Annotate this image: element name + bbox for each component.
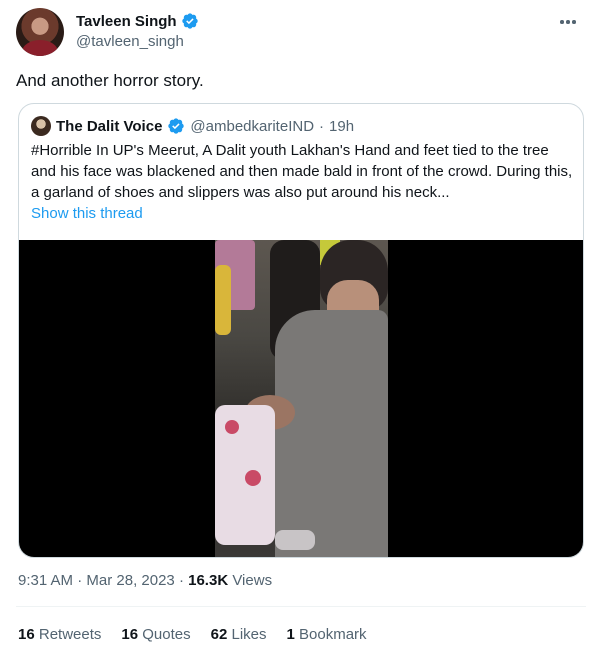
quoted-avatar xyxy=(31,116,51,136)
meta-separator: · xyxy=(178,572,184,589)
bookmarks-count: 1 xyxy=(286,626,295,643)
engagement-stats: 16 Retweets 16 Quotes 62 Likes 1 Bookmar… xyxy=(18,626,367,643)
likes-stat[interactable]: 62 Likes xyxy=(211,626,267,643)
tweet-date[interactable]: Mar 28, 2023 xyxy=(86,572,174,589)
quotes-label: Quotes xyxy=(142,626,191,643)
quoted-time: 19h xyxy=(329,117,355,135)
video-frame xyxy=(215,240,388,557)
quoted-text: #Horrible In UP's Meerut, A Dalit youth … xyxy=(31,142,573,201)
quoted-display-name: The Dalit Voice xyxy=(56,117,163,135)
quoted-handle: @ambedkariteIND xyxy=(190,117,315,135)
video-media[interactable] xyxy=(19,240,583,557)
verified-badge-icon xyxy=(168,118,185,134)
more-options-icon[interactable] xyxy=(554,12,582,32)
show-thread-link[interactable]: Show this thread xyxy=(31,205,143,222)
tweet-text: And another horror story. xyxy=(16,71,204,90)
views-count: 16.3K xyxy=(188,572,229,589)
tweet-meta: 9:31 AM · Mar 28, 2023 · 16.3K Views xyxy=(18,572,272,589)
likes-count: 62 xyxy=(210,626,228,643)
verified-badge-icon xyxy=(181,13,198,29)
retweets-stat[interactable]: 16 Retweets xyxy=(18,626,101,643)
retweets-count: 16 xyxy=(18,626,35,643)
quoted-separator: · xyxy=(319,117,325,135)
quoted-header: The Dalit Voice @ambedkariteIND · 19h xyxy=(31,116,354,136)
quotes-count: 16 xyxy=(121,626,139,643)
tweet-time[interactable]: 9:31 AM xyxy=(18,572,73,589)
author-name-row: Tavleen Singh xyxy=(76,12,199,30)
author-avatar[interactable] xyxy=(16,8,64,56)
author-handle[interactable]: @tavleen_singh xyxy=(76,33,184,50)
views-label: Views xyxy=(232,572,273,589)
bookmarks-stat[interactable]: 1 Bookmark xyxy=(287,626,367,643)
meta-separator: · xyxy=(77,572,83,589)
divider xyxy=(16,606,586,607)
tweet-header: Tavleen Singh @tavleen_singh xyxy=(16,8,586,58)
quoted-tweet[interactable]: The Dalit Voice @ambedkariteIND · 19h #H… xyxy=(18,103,584,558)
quotes-stat[interactable]: 16 Quotes xyxy=(121,626,190,643)
bookmarks-label: Bookmark xyxy=(299,626,367,643)
likes-label: Likes xyxy=(231,626,267,643)
author-display-name[interactable]: Tavleen Singh xyxy=(76,13,177,30)
retweets-label: Retweets xyxy=(38,626,102,643)
